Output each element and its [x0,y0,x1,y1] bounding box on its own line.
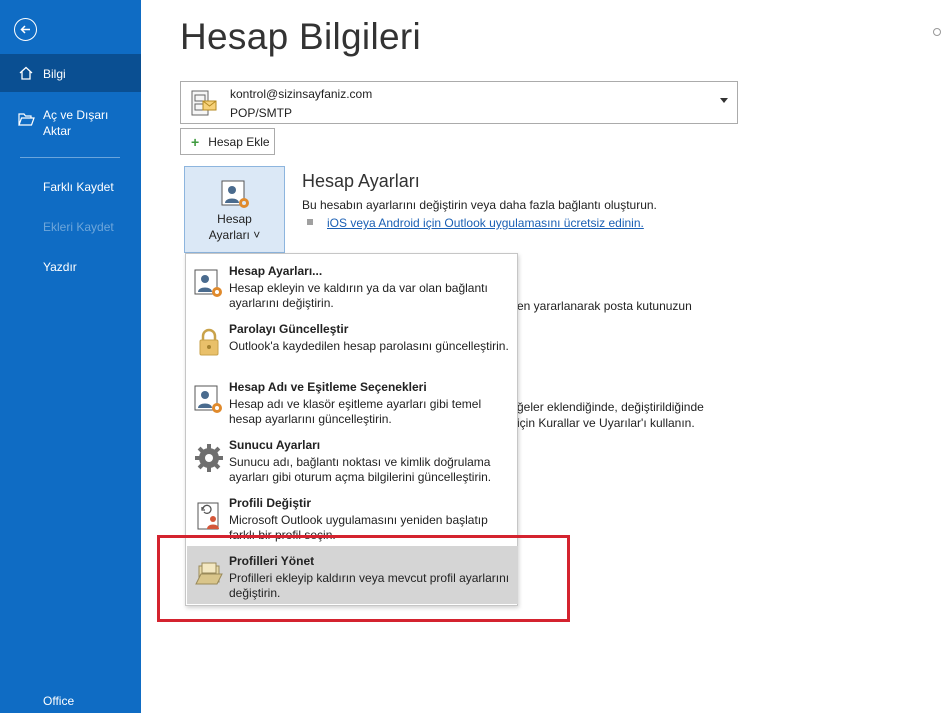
add-account-label: Hesap Ekle [208,134,270,149]
background-text: için Kurallar ve Uyarılar'ı kullanın. [517,416,695,430]
menu-item-title: Sunucu Ayarları [229,438,321,452]
sidebar-item-label: Office [43,694,75,708]
section-title: Hesap Ayarları [302,171,420,191]
add-account-button[interactable]: + Hesap Ekle [180,128,275,155]
account-settings-dropdown: Hesap Ayarları... Hesap ekleyin ve kaldı… [185,253,518,606]
gear-icon [193,442,225,474]
sidebar-item-label: Bilgi [43,67,66,81]
account-email: kontrol@sizinsayfaniz.com [230,87,373,101]
menu-item-title: Profilleri Yönet [229,554,315,568]
sidebar-item-bilgi[interactable]: Bilgi [0,54,141,92]
chevron-down-icon [720,98,728,103]
back-arrow-icon [19,23,32,36]
folder-open-icon [18,112,35,127]
sidebar-item-label: Aç ve Dışarı Aktar [43,108,109,138]
bullet-icon [307,219,313,225]
plus-icon: + [191,133,200,150]
sidebar-item-print[interactable]: Yazdır [0,258,141,276]
menu-item-description: Profilleri ekleyip kaldırın veya mevcut … [229,571,510,600]
section-description: Bu hesabın ayarlarını değiştirin veya da… [302,198,657,212]
menu-item-server-settings[interactable]: Sunucu Ayarları Sunucu adı, bağlantı nok… [187,430,518,488]
page-title: Hesap Bilgileri [180,16,421,57]
outlook-mobile-link[interactable]: iOS veya Android için Outlook uygulaması… [327,216,644,230]
menu-item-title: Parolayı Güncelleştir [229,322,349,336]
background-text: ğeler eklendiğinde, değiştirildiğinde [517,400,704,414]
sidebar-item-save-attachments: Ekleri Kaydet [0,218,141,236]
menu-item-description: Microsoft Outlook uygulamasını yeniden b… [229,513,488,542]
sidebar-item-label: Farklı Kaydet [43,180,114,194]
sidebar-item-label: Yazdır [43,260,77,274]
account-settings-icon [193,268,225,300]
background-text: en yararlanarak posta kutunuzun [517,299,692,313]
account-settings-label-2: Ayarları ˅ [208,228,261,242]
sidebar-item-open-export[interactable]: Aç ve Dışarı Aktar [0,104,141,140]
menu-item-description: Sunucu adı, bağlantı noktası ve kimlik d… [229,455,492,484]
menu-item-change-profile[interactable]: Profili Değiştir Microsoft Outlook uygul… [187,488,518,546]
menu-item-title: Hesap Adı ve Eşitleme Seçenekleri [229,380,427,394]
menu-item-title: Profili Değiştir [229,496,312,510]
menu-item-account-settings[interactable]: Hesap Ayarları... Hesap ekleyin ve kaldı… [187,256,518,314]
manage-profiles-icon [193,558,225,590]
account-settings-icon [220,179,252,211]
change-profile-icon [193,500,225,532]
home-icon [18,65,34,81]
account-icon [189,88,219,118]
account-select[interactable]: kontrol@sizinsayfaniz.com POP/SMTP [180,81,738,124]
menu-item-update-password[interactable]: Parolayı Güncelleştir Outlook'a kaydedil… [187,314,518,372]
lock-icon [193,326,225,358]
sidebar-item-save-as[interactable]: Farklı Kaydet [0,178,141,196]
pin-icon[interactable] [933,28,941,36]
account-settings-button[interactable]: Hesap Ayarları ˅ [184,166,285,253]
menu-item-description: Hesap adı ve klasör eşitleme ayarları gi… [229,397,482,426]
menu-item-account-name-sync[interactable]: Hesap Adı ve Eşitleme Seçenekleri Hesap … [187,372,518,430]
back-button[interactable] [14,18,37,41]
account-settings-icon [193,384,225,416]
sidebar: Bilgi Aç ve Dışarı Aktar Farklı Kaydet E… [0,0,141,713]
menu-item-title: Hesap Ayarları... [229,264,323,278]
sidebar-divider [20,157,120,158]
account-settings-label-1: Hesap [217,212,252,226]
sidebar-item-office[interactable]: Office [0,692,141,713]
menu-item-manage-profiles[interactable]: Profilleri Yönet Profilleri ekleyip kald… [187,546,518,604]
sidebar-item-label: Ekleri Kaydet [43,220,114,234]
menu-item-description: Outlook'a kaydedilen hesap parolasını gü… [229,339,509,353]
menu-item-description: Hesap ekleyin ve kaldırın ya da var olan… [229,281,488,310]
account-type: POP/SMTP [230,106,293,120]
